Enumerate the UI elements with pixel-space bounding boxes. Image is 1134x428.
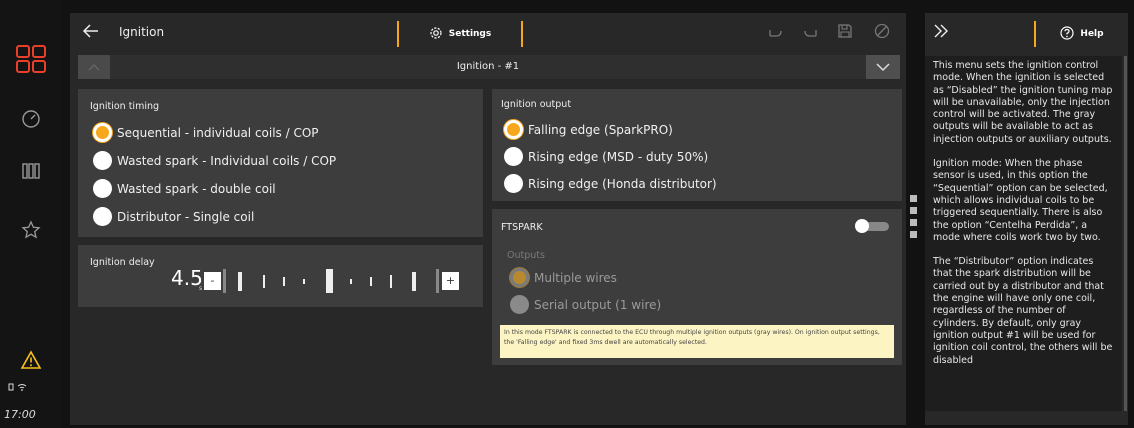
radio-label: Multiple wires [534, 270, 617, 285]
app-root: 17:00 Ignition Settings Ignition - #1 Ig… [0, 0, 1134, 428]
radio-dot [504, 147, 523, 166]
apps-icon[interactable] [0, 44, 62, 74]
save-icon[interactable] [837, 23, 853, 43]
card-title: Ignition timing [90, 101, 160, 112]
radio-wasted-spark-double[interactable]: Wasted spark - double coil [93, 179, 276, 198]
settings-label: Settings [448, 29, 492, 39]
ftspark-card: FTSPARK Outputs Multiple wires Serial ou… [492, 209, 902, 365]
radio-dot [510, 268, 529, 287]
slider-tick [390, 275, 392, 288]
radio-serial-output[interactable]: Serial output (1 wire) [510, 295, 661, 314]
page-dot[interactable] [910, 219, 917, 226]
outputs-label: Outputs [507, 250, 545, 261]
slider-tick [263, 275, 265, 288]
settings-button[interactable]: Settings [397, 21, 523, 47]
radio-distributor[interactable]: Distributor - Single coil [93, 207, 254, 226]
radio-dot [93, 179, 112, 198]
radio-falling-edge[interactable]: Falling edge (SparkPRO) [504, 120, 673, 139]
connection-status [8, 382, 30, 395]
back-arrow-icon[interactable] [82, 23, 100, 43]
slider-handle[interactable] [326, 269, 333, 293]
help-label: Help [1080, 29, 1104, 39]
slider-tick [223, 269, 226, 293]
slider-tick [412, 272, 416, 291]
slider-tick [436, 269, 439, 293]
radio-label: Distributor - Single coil [117, 209, 255, 224]
radio-rising-edge-honda[interactable]: Rising edge (Honda distributor) [504, 174, 717, 193]
radio-dot [93, 151, 112, 170]
slider-tick [370, 277, 372, 286]
radio-dot [504, 120, 523, 139]
increment-button[interactable]: + [442, 272, 459, 290]
warning-icon[interactable] [0, 350, 62, 370]
selector-label: Ignition - #1 [110, 55, 866, 79]
radio-dot [93, 123, 112, 142]
radio-label: Wasted spark - Individual coils / COP [117, 153, 337, 168]
chevron-up-icon[interactable] [78, 55, 110, 79]
slider-tick [350, 279, 352, 284]
star-icon[interactable] [0, 220, 62, 240]
radio-multiple-wires[interactable]: Multiple wires [510, 268, 617, 287]
card-title: FTSPARK [501, 222, 543, 233]
help-paragraph: The “Distributor” option indicates that … [933, 256, 1113, 366]
help-scrollbar[interactable] [1124, 56, 1127, 411]
clock: 17:00 [4, 408, 36, 421]
radio-sequential[interactable]: Sequential - individual coils / COP [93, 123, 319, 142]
radio-label: Falling edge (SparkPRO) [528, 122, 673, 137]
columns-icon[interactable] [0, 162, 62, 180]
help-button[interactable]: Help [1034, 21, 1128, 47]
slider-tick [238, 272, 242, 291]
radio-dot [510, 295, 529, 314]
redo-icon[interactable] [803, 25, 819, 44]
slider-tick [283, 277, 285, 286]
page-dot[interactable] [910, 231, 917, 238]
radio-label: Serial output (1 wire) [534, 297, 662, 312]
page-dot[interactable] [910, 207, 917, 214]
help-paragraph: Ignition mode: When the phase sensor is … [933, 158, 1108, 243]
ftspark-toggle[interactable] [855, 219, 889, 233]
help-text: This menu sets the ignition control mode… [925, 56, 1122, 411]
page-title: Ignition [119, 25, 165, 39]
disable-icon[interactable] [874, 23, 890, 43]
main-panel: Ignition Settings Ignition - #1 Ignition… [70, 13, 906, 425]
page-indicator [910, 195, 920, 243]
radio-dot [504, 174, 523, 193]
radio-wasted-spark-individual[interactable]: Wasted spark - Individual coils / COP [93, 151, 336, 170]
delay-unit: s [199, 285, 203, 292]
collapse-icon[interactable] [932, 23, 950, 43]
ignition-timing-card: Ignition timing Sequential - individual … [78, 89, 483, 237]
gauge-icon[interactable] [0, 108, 62, 128]
radio-label: Wasted spark - double coil [117, 181, 276, 196]
help-panel: Help This menu sets the ignition control… [925, 13, 1128, 425]
decrement-button[interactable]: - [204, 272, 221, 290]
help-paragraph: This menu sets the ignition control mode… [933, 60, 1113, 145]
card-title: Ignition output [501, 99, 572, 110]
card-title: Ignition delay [90, 257, 155, 268]
ignition-delay-card: Ignition delay 4.5 s - + [78, 245, 483, 307]
radio-dot [93, 207, 112, 226]
gear-icon [429, 26, 443, 43]
ignition-output-card: Ignition output Falling edge (SparkPRO) … [492, 89, 902, 201]
ftspark-note: In this mode FTSPARK is connected to the… [500, 325, 894, 358]
radio-label: Sequential - individual coils / COP [117, 125, 319, 140]
nav-rail: 17:00 [0, 0, 62, 428]
radio-label: Rising edge (Honda distributor) [528, 176, 717, 191]
radio-label: Rising edge (MSD - duty 50%) [528, 149, 709, 164]
page-dot[interactable] [910, 195, 917, 202]
radio-rising-edge-msd[interactable]: Rising edge (MSD - duty 50%) [504, 147, 708, 166]
map-selector[interactable]: Ignition - #1 [78, 55, 900, 79]
chevron-down-icon[interactable] [866, 55, 900, 79]
slider-tick [303, 279, 305, 284]
undo-icon[interactable] [767, 25, 783, 44]
top-bar: Ignition Settings [70, 13, 906, 53]
toggle-knob [855, 219, 869, 233]
help-icon [1060, 25, 1075, 43]
